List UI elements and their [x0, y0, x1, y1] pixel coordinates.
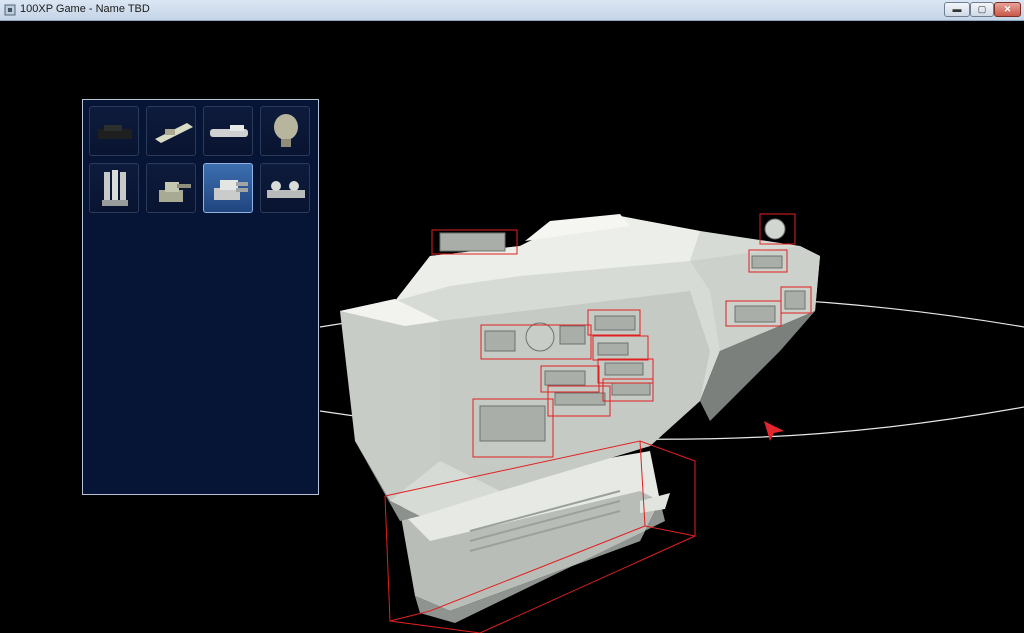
railgun-icon: [155, 123, 193, 143]
laser-barrel-icon: [210, 125, 248, 137]
close-icon: ✕: [1003, 4, 1012, 14]
inventory-slot-5[interactable]: [89, 163, 139, 213]
missile-pod-icon: [102, 170, 128, 206]
minimize-icon: ▬: [952, 4, 962, 14]
radar-dish-icon: [274, 114, 298, 147]
inventory-slot-8[interactable]: [260, 163, 310, 213]
twin-turret-icon: [267, 181, 305, 198]
maximize-button[interactable]: ▢: [970, 2, 994, 17]
dark-cannon-icon: [98, 125, 132, 139]
parts-inventory-panel[interactable]: [82, 99, 319, 495]
window-title: 100XP Game - Name TBD: [20, 3, 150, 15]
inventory-slot-2[interactable]: [146, 106, 196, 156]
maximize-icon: ▢: [977, 4, 987, 14]
heavy-turret-icon: [214, 180, 248, 200]
inventory-slot-7[interactable]: [203, 163, 253, 213]
title-bar[interactable]: 100XP Game - Name TBD ▬ ▢ ✕: [0, 0, 1024, 21]
gun-turret-icon: [159, 182, 191, 202]
inventory-slot-1[interactable]: [89, 106, 139, 156]
game-window: 100XP Game - Name TBD ▬ ▢ ✕: [0, 0, 1024, 633]
spaceship-hull[interactable]: [340, 214, 820, 623]
close-button[interactable]: ✕: [994, 2, 1021, 17]
minimize-button[interactable]: ▬: [944, 2, 970, 17]
inventory-slot-6[interactable]: [146, 163, 196, 213]
pointer-cursor-icon: [764, 421, 784, 441]
inventory-slot-3[interactable]: [203, 106, 253, 156]
app-icon: [4, 4, 16, 16]
game-viewport[interactable]: [0, 21, 1024, 633]
inventory-slot-4[interactable]: [260, 106, 310, 156]
